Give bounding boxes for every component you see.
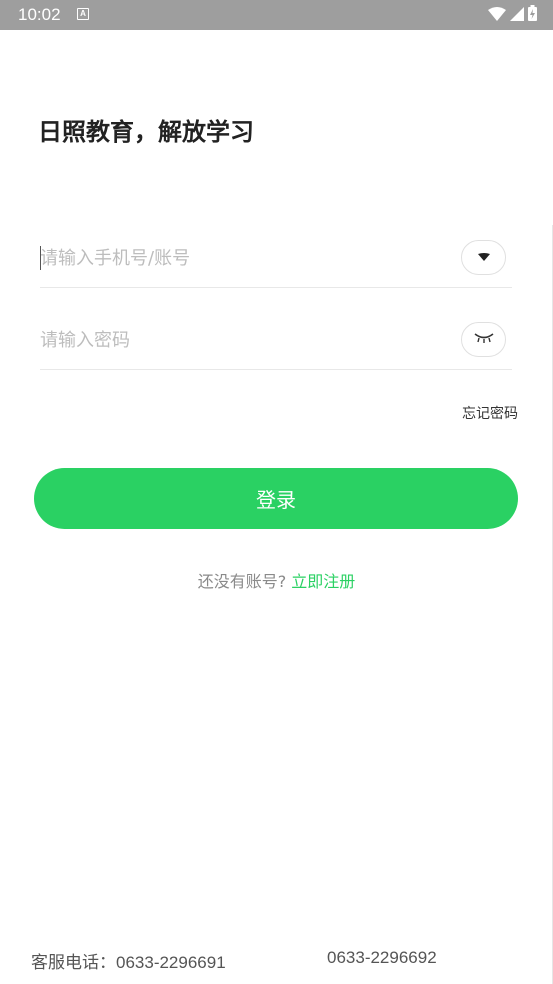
customer-service-footer: 客服电话：0633-2296691 0633-2296692 <box>0 948 553 973</box>
hotline-primary: 客服电话：0633-2296691 <box>31 948 226 973</box>
text-cursor <box>40 246 41 270</box>
page-title: 日照教育，解放学习 <box>38 118 254 146</box>
hotline-number-2[interactable]: 0633-2296692 <box>327 948 437 968</box>
phone-field <box>40 230 512 288</box>
hotline-number-1[interactable]: 0633-2296691 <box>116 953 226 972</box>
battery-charging-icon <box>528 5 537 25</box>
account-dropdown-button[interactable] <box>461 240 506 275</box>
login-button[interactable]: 登录 <box>34 468 518 529</box>
a-letter-icon: A <box>77 8 89 20</box>
status-icons <box>488 5 537 25</box>
password-input[interactable] <box>40 326 440 354</box>
password-visibility-toggle[interactable] <box>461 322 506 357</box>
register-link[interactable]: 立即注册 <box>291 572 355 591</box>
register-prompt: 还没有账号? <box>197 572 287 591</box>
hotline-label: 客服电话： <box>31 953 116 973</box>
status-bar: 10:02 A <box>0 0 553 30</box>
wifi-icon <box>488 6 506 25</box>
signal-icon <box>510 6 524 25</box>
status-time: 10:02 <box>18 5 61 24</box>
forgot-password-link[interactable]: 忘记密码 <box>462 403 518 423</box>
register-row: 还没有账号? 立即注册 <box>0 568 553 592</box>
eye-closed-icon <box>473 332 495 347</box>
password-field <box>40 312 512 370</box>
dropdown-chevron-icon <box>477 250 491 265</box>
phone-input[interactable] <box>40 244 440 272</box>
